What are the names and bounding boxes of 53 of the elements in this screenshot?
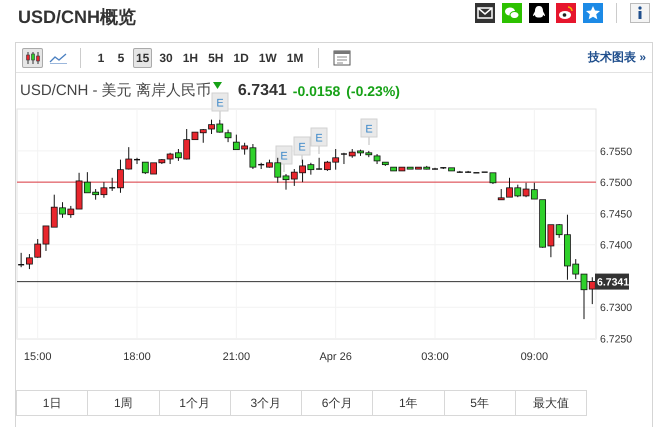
interval-button[interactable]: 30	[156, 48, 176, 68]
interval-button[interactable]: 5	[113, 48, 129, 68]
interval-button[interactable]: 1H	[180, 48, 202, 68]
page-title: USD/CNH概览	[18, 6, 136, 29]
axis-label: 6.7450	[600, 208, 632, 220]
candlestick	[490, 172, 496, 185]
axis-label: 6.7550	[600, 146, 632, 158]
axis-label: Apr 26	[319, 351, 352, 363]
axis-label: 6.7500	[600, 177, 632, 190]
interval-button[interactable]: 5H	[205, 48, 226, 68]
instrument-name: USD/CNH - 美元 离岸人民币	[20, 81, 211, 100]
interval-button[interactable]: 1D	[230, 48, 252, 68]
range-button[interactable]: 最大值	[514, 390, 587, 416]
technical-chart-link[interactable]: 技术图表 »	[588, 49, 646, 66]
layout-button[interactable]	[331, 48, 352, 68]
axis-label: 6.7300	[600, 302, 632, 314]
range-button[interactable]: 5年	[444, 390, 516, 416]
candlestick	[316, 157, 322, 170]
percent-change: (-0.23%)	[346, 82, 400, 98]
axis-label: 03:00	[421, 351, 449, 363]
down-arrow-icon	[212, 82, 222, 89]
axis-label: 18:00	[123, 351, 151, 363]
candlestick-chart-button[interactable]	[22, 48, 43, 68]
info-icon[interactable]	[630, 3, 650, 23]
current-price-label: 6.7341	[595, 274, 630, 290]
axis-label: 21:00	[222, 351, 250, 363]
candlestick	[432, 167, 438, 170]
interval-button[interactable]: 15	[133, 48, 152, 68]
price-change: -0.0158	[292, 82, 340, 98]
axis-label: 6.7400	[600, 240, 632, 252]
range-button[interactable]: 1个月	[158, 390, 231, 416]
candlestick	[448, 167, 455, 172]
price: 6.7341	[238, 82, 287, 100]
candlestick	[440, 166, 446, 170]
range-button[interactable]: 3个月	[230, 390, 302, 416]
range-button[interactable]: 1年	[372, 390, 444, 416]
mail-icon[interactable]	[475, 3, 495, 23]
penguin-icon[interactable]	[529, 3, 549, 23]
interval-button[interactable]: 1W	[256, 48, 280, 68]
candlestick	[258, 162, 264, 170]
interval-button[interactable]: 1M	[284, 48, 306, 68]
candlestick	[456, 170, 463, 174]
axis-label: 15:00	[24, 351, 52, 363]
axis-label: 6.7250	[600, 334, 632, 346]
candlestick	[18, 252, 24, 268]
range-button[interactable]: 1周	[87, 390, 160, 416]
weibo-icon[interactable]	[556, 3, 576, 23]
candlestick	[465, 170, 472, 174]
range-button[interactable]: 6个月	[301, 390, 374, 416]
candlestick	[109, 177, 116, 192]
interval-button[interactable]: 1	[93, 48, 109, 68]
range-button[interactable]: 1日	[16, 390, 88, 416]
axis-label: 09:00	[520, 351, 548, 363]
